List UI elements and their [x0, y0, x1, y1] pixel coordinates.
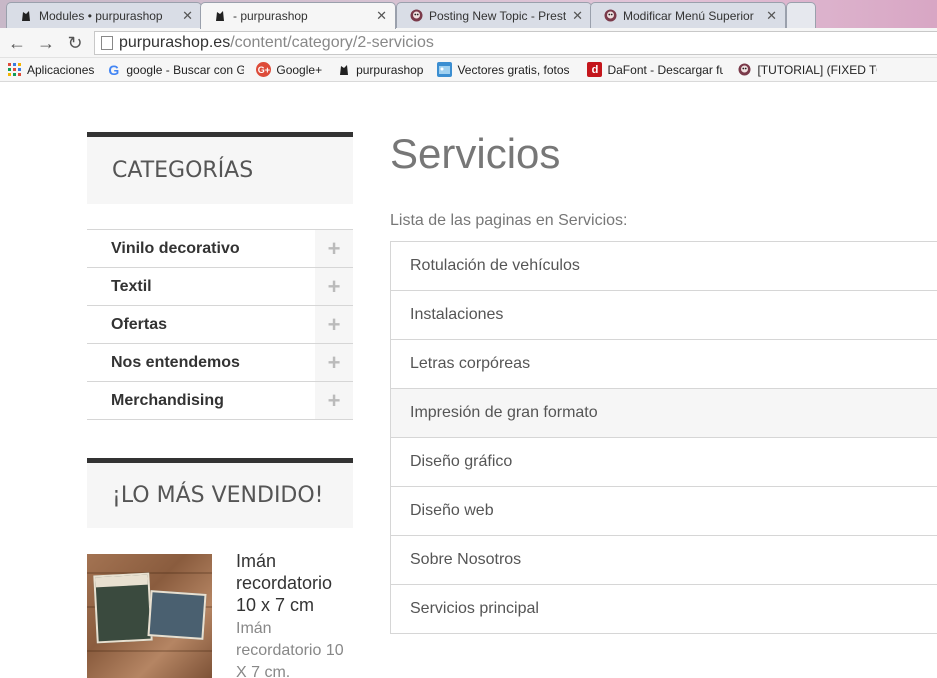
product-description: Imán recordatorio 10 X 7 cm.	[236, 620, 344, 678]
url-path: /content/category/2-servicios	[230, 34, 434, 51]
category-link[interactable]: Ofertas	[87, 316, 167, 334]
category-item-ofertas[interactable]: Ofertas +	[87, 306, 353, 344]
plus-icon[interactable]: +	[315, 230, 353, 267]
tab-modificar-menu[interactable]: Modificar Menú Superior ✕	[590, 2, 786, 28]
bookmark-label: Aplicaciones	[27, 62, 95, 77]
list-item[interactable]: Rotulación de vehículos	[391, 242, 937, 291]
magnet-photo	[93, 572, 153, 644]
tab-title: - purpurashop	[233, 9, 308, 23]
list-item[interactable]: Diseño web	[391, 487, 937, 536]
google-plus-icon: G+	[256, 62, 272, 77]
list-item[interactable]: Impresión de gran formato	[391, 389, 937, 438]
new-tab-button[interactable]	[786, 2, 816, 28]
prestashop-favicon-icon	[603, 9, 617, 23]
back-arrow-icon[interactable]: ←	[6, 32, 28, 54]
bookmark-label: Google+	[276, 62, 323, 77]
list-item[interactable]: Servicios principal	[391, 585, 937, 633]
purpurashop-favicon-icon	[19, 9, 33, 23]
close-icon[interactable]: ✕	[766, 8, 777, 24]
bookmark-dafont[interactable]: d DaFont - Descargar fu	[587, 62, 723, 77]
bookmark-vectores-gratis[interactable]: Vectores gratis, fotos	[437, 62, 573, 77]
google-icon: G	[108, 62, 120, 77]
tab-title: Modificar Menú Superior	[623, 8, 754, 23]
categories-block: CATEGORÍAS Vinilo decorativo + Textil + …	[87, 132, 353, 420]
page-title: Servicios	[390, 130, 561, 177]
magnet-photo	[147, 590, 207, 640]
category-link[interactable]: Nos entendemos	[87, 354, 240, 372]
category-link[interactable]: Merchandising	[87, 392, 224, 410]
product-image[interactable]	[87, 554, 212, 678]
plus-icon[interactable]: +	[315, 268, 353, 305]
browser-tab-bar: Modules • purpurashop ✕ - purpurashop ✕ …	[0, 0, 937, 29]
best-sellers-block: ¡LO MÁS VENDIDO!	[87, 458, 353, 528]
plus-icon[interactable]: +	[315, 306, 353, 343]
product-name[interactable]: Imán recordatorio 10 x 7 cm	[236, 550, 353, 616]
page-icon	[101, 36, 113, 50]
close-icon[interactable]: ✕	[572, 8, 583, 24]
bookmark-google-plus[interactable]: G+ Google+	[256, 62, 322, 77]
purpurashop-favicon-icon	[213, 9, 227, 23]
tab-modules[interactable]: Modules • purpurashop ✕	[6, 2, 202, 28]
reload-icon[interactable]: ↻	[64, 32, 86, 54]
tab-purpurashop-active[interactable]: - purpurashop ✕	[200, 2, 396, 29]
category-item-vinilo-decorativo[interactable]: Vinilo decorativo +	[87, 230, 353, 268]
bookmark-purpurashop[interactable]: purpurashop	[336, 62, 423, 77]
dafont-icon: d	[587, 62, 603, 77]
bookmark-google-buscar[interactable]: G google - Buscar con G	[106, 62, 244, 77]
page-list-caption: Lista de las paginas en Servicios:	[390, 212, 628, 229]
bookmarks-bar: Aplicaciones G google - Buscar con G G+ …	[0, 58, 937, 82]
category-link[interactable]: Vinilo decorativo	[87, 240, 240, 258]
bookmark-label: [TUTORIAL] (FIXED TO	[757, 62, 878, 77]
bookmark-aplicaciones[interactable]: Aplicaciones	[7, 62, 94, 77]
list-item[interactable]: Sobre Nosotros	[391, 536, 937, 585]
category-item-merchandising[interactable]: Merchandising +	[87, 382, 353, 420]
prestashop-icon	[737, 62, 752, 77]
category-link[interactable]: Textil	[87, 278, 152, 296]
tab-title: Posting New Topic - Prest	[429, 8, 567, 23]
forward-arrow-icon[interactable]: →	[35, 32, 57, 54]
url-input[interactable]: purpurashop.es/content/category/2-servic…	[94, 31, 937, 55]
category-item-textil[interactable]: Textil +	[87, 268, 353, 306]
bookmark-tutorial[interactable]: [TUTORIAL] (FIXED TO	[737, 62, 877, 77]
apps-grid-icon	[7, 62, 22, 77]
bookmark-label: google - Buscar con G	[126, 62, 245, 77]
tab-posting-new-topic[interactable]: Posting New Topic - Prest ✕	[396, 2, 592, 28]
tab-title: Modules • purpurashop	[39, 8, 163, 23]
plus-icon[interactable]: +	[315, 344, 353, 381]
bookmark-label: DaFont - Descargar fu	[607, 62, 724, 77]
bookmark-label: Vectores gratis, fotos	[457, 62, 570, 77]
category-list: Vinilo decorativo + Textil + Ofertas + N…	[87, 229, 353, 420]
best-sellers-title: ¡LO MÁS VENDIDO!	[112, 483, 324, 508]
main-content: Servicios Lista de las paginas en Servic…	[390, 130, 937, 634]
purpurashop-icon	[336, 62, 351, 77]
cms-page-list: Rotulación de vehículos Instalaciones Le…	[390, 241, 937, 634]
category-item-nos-entendemos[interactable]: Nos entendemos +	[87, 344, 353, 382]
close-icon[interactable]: ✕	[182, 8, 193, 24]
categories-title: CATEGORÍAS	[112, 158, 254, 183]
prestashop-favicon-icon	[409, 9, 423, 23]
list-item[interactable]: Letras corpóreas	[391, 340, 937, 389]
list-item[interactable]: Diseño gráfico	[391, 438, 937, 487]
categories-header: CATEGORÍAS	[87, 132, 353, 204]
plus-icon[interactable]: +	[315, 382, 353, 419]
best-sellers-header: ¡LO MÁS VENDIDO!	[87, 458, 353, 528]
freepik-icon	[437, 62, 453, 77]
url-host: purpurashop.es	[119, 34, 231, 51]
close-icon[interactable]: ✕	[376, 8, 387, 24]
bookmark-label: purpurashop	[356, 62, 424, 77]
list-item[interactable]: Instalaciones	[391, 291, 937, 340]
address-bar: ← → ↻ purpurashop.es/content/category/2-…	[0, 28, 937, 58]
